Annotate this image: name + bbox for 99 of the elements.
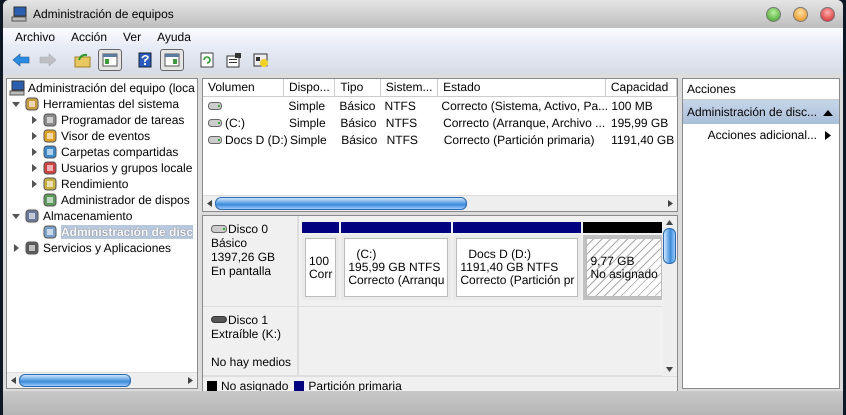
node-icon [42,224,58,240]
partition-text: Correcto (Partición pr [460,274,574,287]
disk-detail: 1397,26 GB [211,250,276,264]
expander-icon[interactable] [12,100,20,108]
tree-item[interactable]: Herramientas del sistema [7,96,197,112]
computer-icon [9,80,25,96]
scrollbar-thumb[interactable] [215,197,467,210]
partition-text: 100 [309,254,330,268]
node-icon [42,144,58,160]
column-header[interactable]: Sistem... [380,79,438,96]
table-cell: 1191,40 GB [611,132,674,146]
menu-item[interactable]: Ver [123,30,142,44]
table-cell: NTFS [386,116,418,130]
node-icon [42,160,58,176]
node-icon [42,112,58,128]
menu-item[interactable]: Archivo [15,30,56,44]
scroll-up-icon[interactable] [666,220,673,225]
scroll-left-icon[interactable] [207,200,212,207]
action-link[interactable]: Acciones adicional... [708,128,817,142]
disk-status: No hay medios [211,355,292,369]
legend-label: Partición primaria [308,379,402,393]
node-icon [42,176,58,192]
computer-icon [11,6,27,22]
expander-icon[interactable] [12,244,20,252]
column-header[interactable]: Tipo [335,79,381,96]
scroll-right-icon[interactable] [188,377,193,384]
partition-text: No asignado [590,268,658,280]
horizontal-scrollbar[interactable] [203,195,677,211]
table-cell: 195,99 GB [610,116,668,130]
table-cell: Simple [288,98,326,112]
partition-text: Correcto (Arranqu [348,274,444,287]
scroll-left-icon[interactable] [11,377,16,384]
partition-text: Corr [309,268,332,280]
drive-icon [208,102,222,110]
minimize-button[interactable] [766,6,781,22]
tree-item[interactable]: Servicios y Aplicaciones [7,240,197,256]
disk-detail: En pantalla [211,264,272,278]
partition-text: 1191,40 GB NTFS [460,261,560,274]
drive-icon [211,316,227,324]
partition-block[interactable]: 9,77 GB No asignado [583,235,665,300]
tree-item[interactable]: Rendimiento [7,176,197,192]
table-cell: Correcto (Sistema, Activo, Pa... [441,98,608,112]
column-header[interactable]: Capacidad [606,79,677,96]
maximize-button[interactable] [793,6,808,22]
table-cell: Correcto (Arranque, Archivo ... [443,116,606,130]
close-button[interactable] [820,6,835,22]
table-cell: NTFS [384,98,416,112]
expander-icon[interactable] [12,212,20,220]
table-cell: Básico [339,98,376,112]
scrollbar-thumb[interactable] [19,374,131,387]
partition-text: (C:) [355,248,378,261]
window-title: Administración de equipos [33,7,174,21]
node-icon [24,240,40,256]
submenu-arrow-icon [825,130,831,140]
collapse-icon[interactable] [823,108,833,116]
menu-item[interactable]: Acción [71,30,108,44]
table-cell: Simple [288,116,326,130]
scroll-down-icon[interactable] [666,367,673,372]
disk-detail: Extraíble (K:) [211,327,282,341]
tree-item[interactable]: Almacenamiento [7,208,197,224]
tree-item[interactable]: Programador de tareas [7,112,197,128]
tree-item[interactable]: Carpetas compartidas [7,144,197,160]
table-cell: Simple [290,132,327,146]
table-cell: (C:) [225,116,245,130]
tree-item[interactable]: Visor de eventos [7,128,197,144]
horizontal-scrollbar[interactable] [7,372,197,388]
column-header[interactable]: Volumen [203,79,284,96]
tree-item[interactable]: Administrador de dispos [7,192,197,208]
disk-name: Disco 0 [228,222,268,236]
tree-item[interactable]: Administración del equipo (loca [7,80,197,96]
table-cell: Correcto (Partición primaria) [444,132,594,146]
partition-text: 195,99 GB NTFS [348,261,442,274]
table-cell: 100 MB [611,98,653,112]
table-cell: Docs D (D:) [225,132,288,146]
drive-icon [208,118,222,126]
partition-text: Docs D (D:) [467,248,532,261]
table-cell: Básico [341,132,378,146]
scroll-right-icon[interactable] [668,200,673,207]
column-header[interactable]: Estado [438,79,606,96]
scrollbar-thumb[interactable] [663,228,676,264]
table-cell: Básico [340,116,376,130]
node-icon [42,128,58,144]
partition-block[interactable]: 100 Corr [302,235,340,300]
drive-icon [208,136,222,144]
legend-label: No asignado [221,379,288,393]
partition-block[interactable]: (C:) 195,99 GB NTFS Correcto (Arranqu [341,235,452,300]
node-icon [42,192,58,208]
node-icon [24,96,40,112]
partition-text: 9,77 GB [590,254,636,268]
partition-block[interactable]: Docs D (D:) 1191,40 GB NTFS Correcto (Partición pr [453,235,582,300]
menu-item[interactable]: Ayuda [157,30,191,44]
disk-detail: Básico [211,236,248,250]
node-icon [24,208,40,224]
disk-name: Disco 1 [228,313,268,327]
table-cell: NTFS [386,132,418,146]
drive-icon [211,225,227,233]
actions-section[interactable]: Administración de disc... [683,100,839,124]
tree-item[interactable]: Usuarios y grupos locale [7,160,197,176]
column-header[interactable]: Dispo... [284,79,336,96]
